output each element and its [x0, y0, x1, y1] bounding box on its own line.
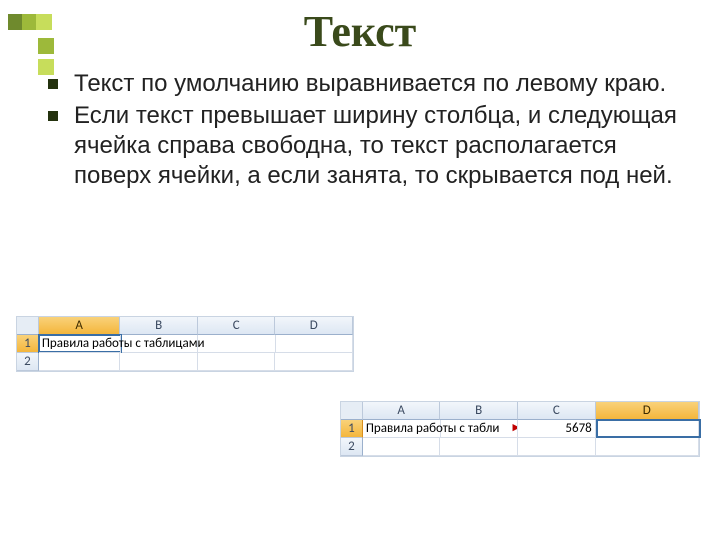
col-header-D: D [275, 317, 353, 335]
overflow-arrow-icon: ▸ [513, 420, 519, 437]
spreadsheet-example-clipped: A B C D 1 Правила работы с табли ▸ 5678 … [340, 401, 700, 457]
cell-A2 [39, 353, 121, 371]
cell-B2 [440, 438, 518, 456]
bullet-item: Если текст превышает ширину столбца, и с… [48, 101, 690, 191]
cell-C2 [518, 438, 596, 456]
sheet-corner [17, 317, 39, 335]
cell-D2 [596, 438, 699, 456]
cell-C1 [198, 335, 275, 353]
cell-A2 [363, 438, 441, 456]
sheet-corner [341, 402, 363, 420]
col-header-C: C [518, 402, 596, 420]
cell-A1: Правила работы с табли [363, 420, 441, 438]
cell-B2 [120, 353, 198, 371]
bullet-text: Если текст превышает ширину столбца, и с… [74, 101, 690, 191]
row-header-2: 2 [17, 353, 39, 371]
col-header-A: A [363, 402, 441, 420]
bullet-square-icon [48, 79, 58, 89]
cell-C1: 5678 [518, 420, 595, 438]
spreadsheet-example-overflow: A B C D 1 Правила работы с таблицами 2 [16, 316, 354, 372]
cell-D1 [596, 420, 699, 438]
cell-A1-text: Правила работы с табли [366, 421, 500, 436]
bullet-square-icon [48, 111, 58, 121]
cell-C2 [198, 353, 276, 371]
bullet-item: Текст по умолчанию выравнивается по лево… [48, 69, 690, 99]
col-header-B: B [440, 402, 518, 420]
slide-title: Текст [0, 6, 720, 57]
col-header-A: A [39, 317, 121, 335]
cell-A1: Правила работы с таблицами [39, 335, 121, 353]
slide-decoration [8, 14, 50, 35]
cell-D2 [275, 353, 353, 371]
row-header-1: 1 [341, 420, 363, 438]
bullet-text: Текст по умолчанию выравнивается по лево… [74, 69, 666, 99]
col-header-B: B [120, 317, 198, 335]
row-header-2: 2 [341, 438, 363, 456]
cell-D1 [276, 335, 353, 353]
col-header-C: C [198, 317, 276, 335]
row-header-1: 1 [17, 335, 39, 353]
bullet-list: Текст по умолчанию выравнивается по лево… [48, 69, 690, 191]
col-header-D: D [596, 402, 699, 420]
